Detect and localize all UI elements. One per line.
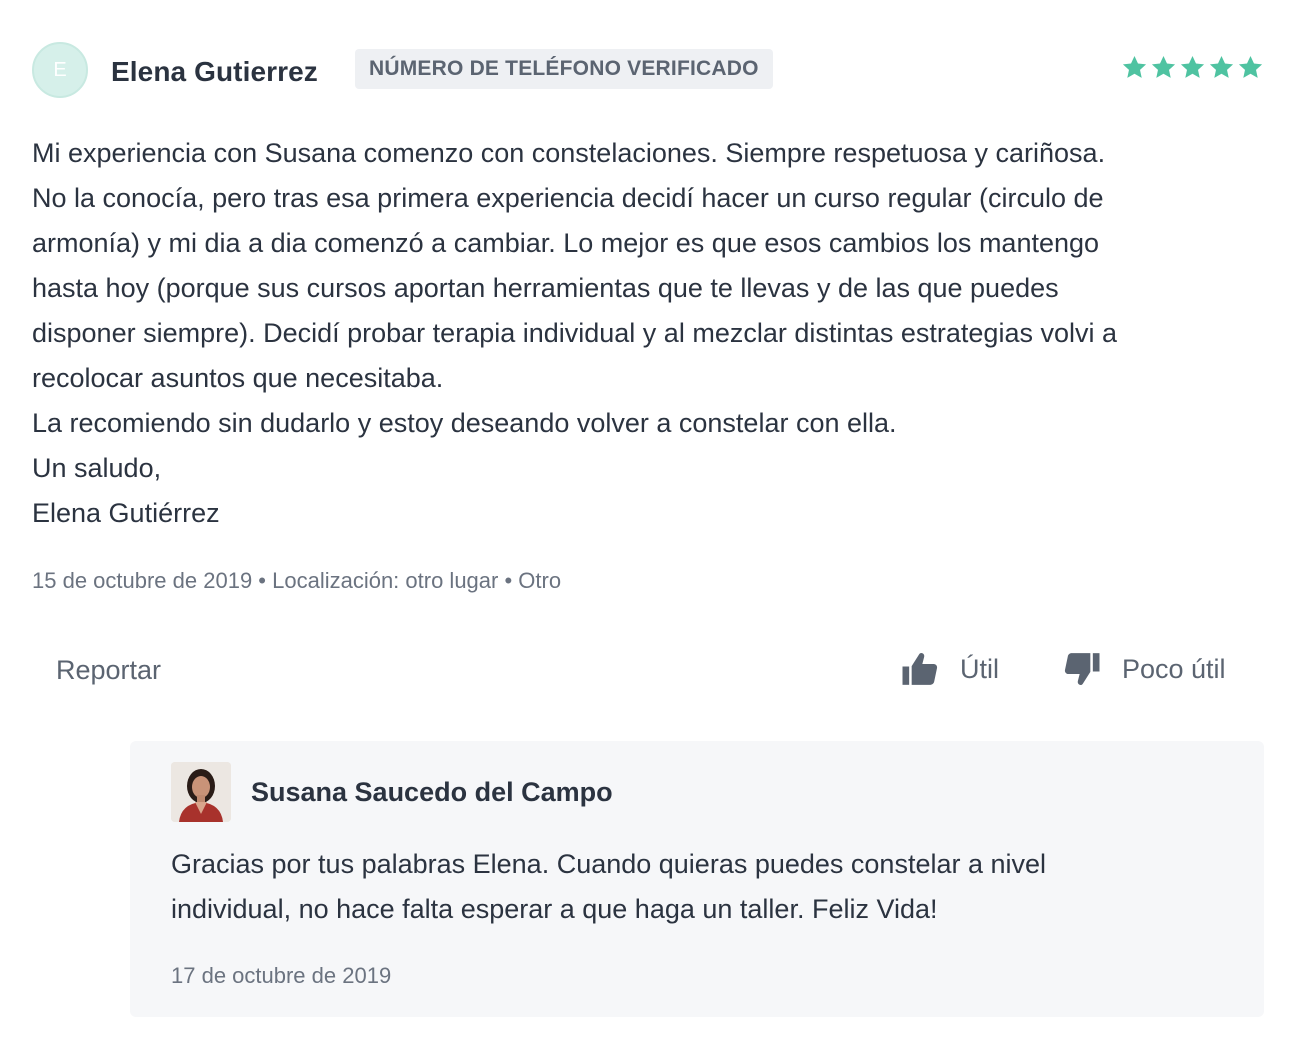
reply-avatar — [171, 762, 231, 822]
reply-line: Gracias por tus palabras Elena. Cuando q… — [171, 849, 1047, 879]
owner-reply: Susana Saucedo del Campo Gracias por tus… — [130, 741, 1264, 1017]
not-useful-button[interactable]: Poco útil — [1062, 649, 1226, 689]
star-icon — [1122, 56, 1147, 78]
review-actions: Reportar Útil Poco útil — [32, 645, 1242, 699]
star-icon — [1238, 56, 1263, 78]
review-line: armonía) y mi dia a dia comenzó a cambia… — [32, 228, 1100, 258]
review-line: recolocar asuntos que necesitaba. — [32, 363, 444, 393]
useful-label: Útil — [960, 653, 999, 684]
thumbs-up-icon — [902, 652, 938, 685]
report-button[interactable]: Reportar — [56, 655, 161, 686]
star-icon — [1209, 56, 1234, 78]
review-line: Un saludo, — [32, 453, 162, 483]
review-line: La recomiendo sin dudarlo y estoy desean… — [32, 408, 897, 438]
verified-badge: NÚMERO DE TELÉFONO VERIFICADO — [355, 49, 773, 89]
review-meta: 15 de octubre de 2019 • Localización: ot… — [32, 568, 562, 593]
not-useful-label: Poco útil — [1122, 653, 1226, 684]
thumbs-down-icon — [1064, 653, 1100, 686]
review-line: Mi experiencia con Susana comenzo con co… — [32, 138, 1106, 168]
review-line: No la conocía, pero tras esa primera exp… — [32, 183, 1104, 213]
useful-button[interactable]: Útil — [900, 649, 999, 689]
review-body: Mi experiencia con Susana comenzo con co… — [32, 131, 1262, 536]
reply-author-name: Susana Saucedo del Campo — [251, 777, 613, 807]
review-line: disponer siempre). Decidí probar terapia… — [32, 318, 1117, 348]
profile-photo — [171, 762, 231, 822]
star-rating — [1121, 54, 1264, 81]
avatar: E — [32, 42, 88, 98]
star-icon — [1180, 56, 1205, 78]
reply-date: 17 de octubre de 2019 — [171, 963, 392, 988]
review-line: hasta hoy (porque sus cursos aportan her… — [32, 273, 1059, 303]
review-author-name: Elena Gutierrez — [111, 56, 318, 87]
reply-line: individual, no hace falta esperar a que … — [171, 894, 938, 924]
reply-body: Gracias por tus palabras Elena. Cuando q… — [171, 842, 1231, 932]
review-line: Elena Gutiérrez — [32, 498, 220, 528]
star-icon — [1151, 56, 1176, 78]
review-header: E Elena Gutierrez NÚMERO DE TELÉFONO VER… — [32, 42, 1264, 102]
